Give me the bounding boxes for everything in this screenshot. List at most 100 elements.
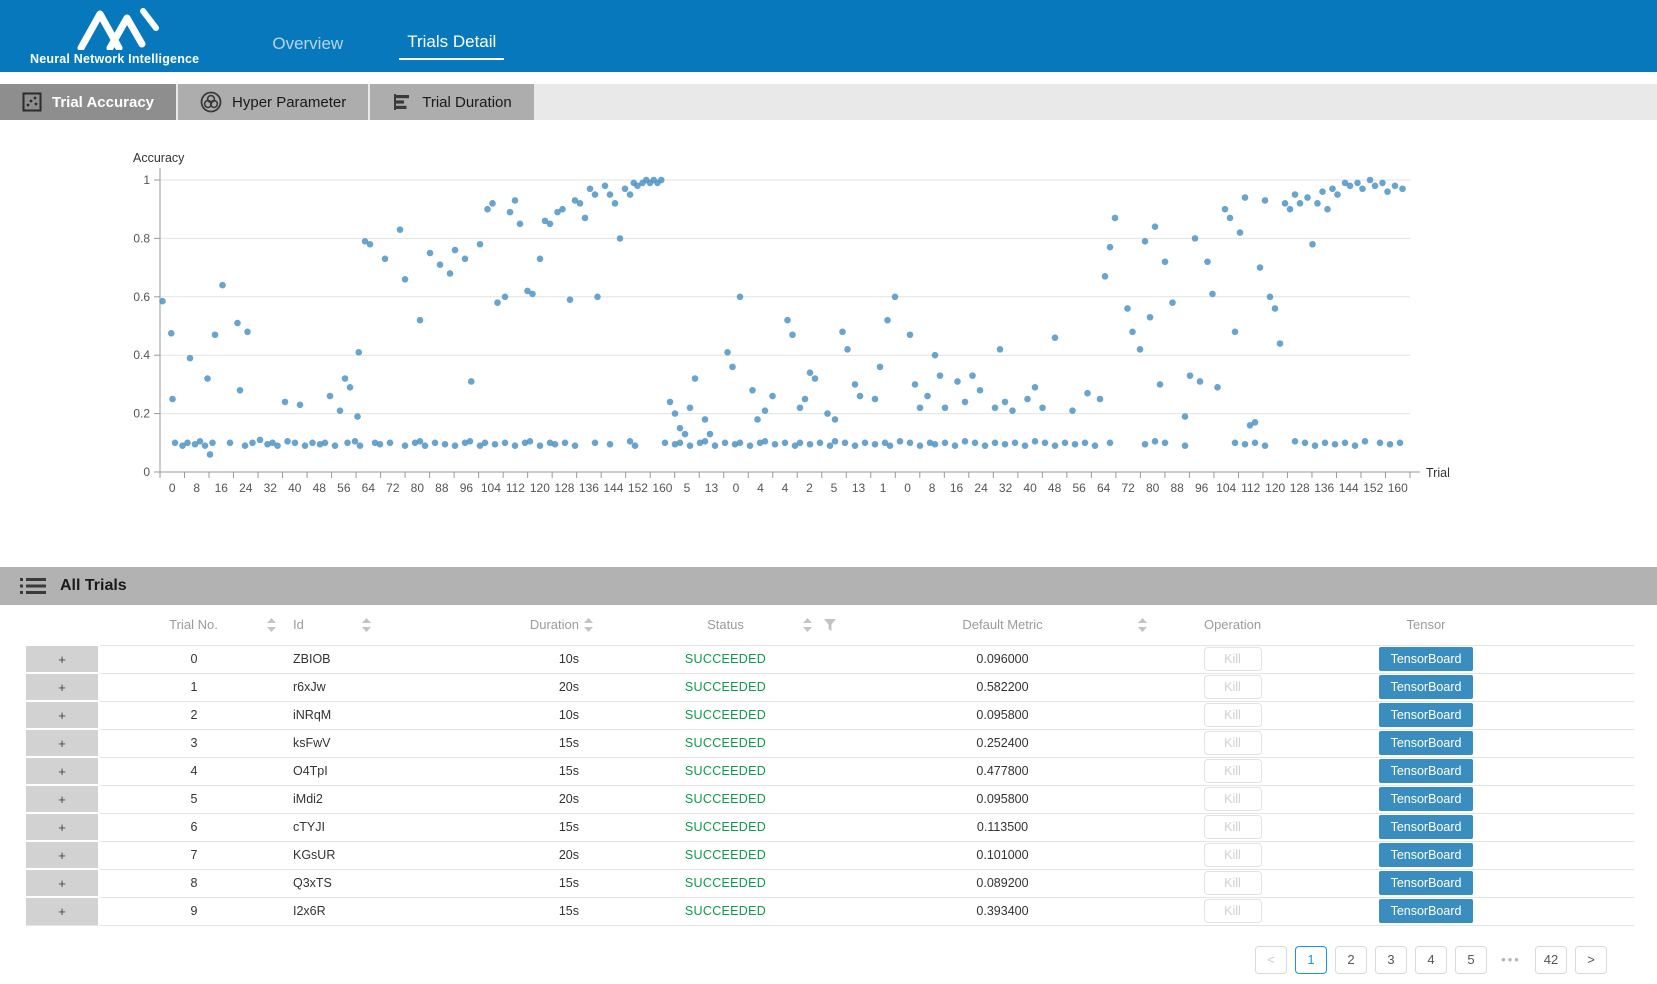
duration-cell: 20s [383, 841, 605, 869]
expand-cell[interactable]: + [25, 729, 99, 757]
expand-cell[interactable]: + [25, 841, 99, 869]
sort-icon[interactable] [267, 618, 276, 632]
sort-icon[interactable] [1138, 618, 1147, 632]
pagination-next-button[interactable]: > [1575, 946, 1607, 974]
column-header-trial-no-[interactable]: Trial No. [99, 605, 288, 645]
tab-trial-accuracy[interactable]: Trial Accuracy [0, 84, 176, 120]
pagination-page-2[interactable]: 2 [1335, 946, 1367, 974]
pagination-page-42[interactable]: 42 [1535, 946, 1567, 974]
pagination-page-1[interactable]: 1 [1295, 946, 1327, 974]
pagination-page-3[interactable]: 3 [1375, 946, 1407, 974]
scatter-point [202, 442, 209, 449]
tensorboard-button[interactable]: TensorBoard [1379, 675, 1473, 699]
column-header-duration[interactable]: Duration [383, 605, 605, 645]
svg-text:120: 120 [530, 481, 550, 495]
scatter-point [169, 396, 176, 403]
expand-row-button[interactable]: + [26, 842, 98, 868]
scatter-point [1097, 396, 1104, 403]
sort-icon[interactable] [803, 618, 812, 632]
tensorboard-button[interactable]: TensorBoard [1379, 815, 1473, 839]
scatter-point [184, 440, 191, 447]
scatter-point [917, 404, 924, 411]
tab-label: Trial Accuracy [52, 94, 154, 111]
kill-button[interactable]: Kill [1204, 899, 1262, 923]
filter-icon[interactable] [824, 619, 836, 631]
kill-button[interactable]: Kill [1204, 647, 1262, 671]
tab-trial-duration[interactable]: Trial Duration [370, 84, 533, 120]
expand-cell[interactable]: + [25, 869, 99, 897]
svg-text:56: 56 [1072, 481, 1086, 495]
column-header-spacer [1546, 605, 1634, 645]
scatter-point [607, 441, 614, 448]
expand-row-button[interactable]: + [26, 814, 98, 840]
kill-button[interactable]: Kill [1204, 843, 1262, 867]
tensorboard-button[interactable]: TensorBoard [1379, 647, 1473, 671]
pagination-page-5[interactable]: 5 [1455, 946, 1487, 974]
expand-cell[interactable]: + [25, 757, 99, 785]
expand-cell[interactable]: + [25, 673, 99, 701]
scatter-point [502, 294, 509, 301]
sort-icon[interactable] [584, 618, 593, 632]
kill-button[interactable]: Kill [1204, 675, 1262, 699]
tensorboard-button[interactable]: TensorBoard [1379, 871, 1473, 895]
table-row: +9I2x6R15sSUCCEEDED0.393400KillTensorBoa… [25, 897, 1634, 925]
scatter-point [1252, 440, 1259, 447]
scatter-point [1262, 442, 1269, 449]
scatter-point [1399, 185, 1406, 192]
tensorboard-button[interactable]: TensorBoard [1379, 759, 1473, 783]
scatter-point [1237, 229, 1244, 236]
scatter-point [1142, 238, 1149, 245]
kill-button[interactable]: Kill [1204, 703, 1262, 727]
tab-hyper-parameter[interactable]: Hyper Parameter [178, 84, 368, 120]
expand-row-button[interactable]: + [26, 758, 98, 784]
expand-cell[interactable]: + [25, 701, 99, 729]
nav-overview[interactable]: Overview [272, 34, 343, 60]
tensorboard-button[interactable]: TensorBoard [1379, 899, 1473, 923]
scatter-point [852, 381, 859, 388]
status-cell: SUCCEEDED [605, 645, 846, 673]
spacer-cell [1546, 785, 1634, 813]
trial-id-cell: O4TpI [288, 757, 383, 785]
expand-cell[interactable]: + [25, 813, 99, 841]
kill-button[interactable]: Kill [1204, 759, 1262, 783]
scatter-point [309, 440, 316, 447]
kill-button[interactable]: Kill [1204, 731, 1262, 755]
expand-cell[interactable]: + [25, 645, 99, 673]
scatter-point [342, 375, 349, 382]
expand-row-button[interactable]: + [26, 730, 98, 756]
expand-row-button[interactable]: + [26, 674, 98, 700]
column-header-default-metric[interactable]: Default Metric [846, 605, 1159, 645]
expand-row-button[interactable]: + [26, 646, 98, 672]
venn-icon [200, 91, 222, 113]
scatter-point [942, 404, 949, 411]
pagination-prev-button[interactable]: < [1255, 946, 1287, 974]
scatter-point [1032, 438, 1039, 445]
svg-text:144: 144 [1339, 481, 1359, 495]
column-header-status[interactable]: Status [605, 605, 846, 645]
expand-row-button[interactable]: + [26, 870, 98, 896]
kill-button[interactable]: Kill [1204, 787, 1262, 811]
tensorboard-button[interactable]: TensorBoard [1379, 843, 1473, 867]
expand-row-button[interactable]: + [26, 786, 98, 812]
scatter-point [292, 440, 299, 447]
svg-text:80: 80 [411, 481, 425, 495]
kill-button[interactable]: Kill [1204, 815, 1262, 839]
trial-accuracy-chart[interactable]: 00.20.40.60.8108162432404856647280889610… [0, 122, 1657, 522]
tensorboard-button[interactable]: TensorBoard [1379, 731, 1473, 755]
expand-cell[interactable]: + [25, 785, 99, 813]
nav-trials-detail[interactable]: Trials Detail [399, 32, 504, 60]
tensorboard-button[interactable]: TensorBoard [1379, 703, 1473, 727]
kill-button[interactable]: Kill [1204, 871, 1262, 895]
tensorboard-button[interactable]: TensorBoard [1379, 787, 1473, 811]
column-header-id[interactable]: Id [288, 605, 383, 645]
scatter-point [1262, 197, 1269, 204]
scatter-point [802, 396, 809, 403]
expand-row-button[interactable]: + [26, 702, 98, 728]
scatter-point [1334, 191, 1341, 198]
expand-cell[interactable]: + [25, 897, 99, 925]
sort-icon[interactable] [362, 618, 371, 632]
pagination-page-4[interactable]: 4 [1415, 946, 1447, 974]
scatter-point [977, 387, 984, 394]
expand-row-button[interactable]: + [26, 898, 98, 925]
operation-cell: Kill [1159, 757, 1306, 785]
